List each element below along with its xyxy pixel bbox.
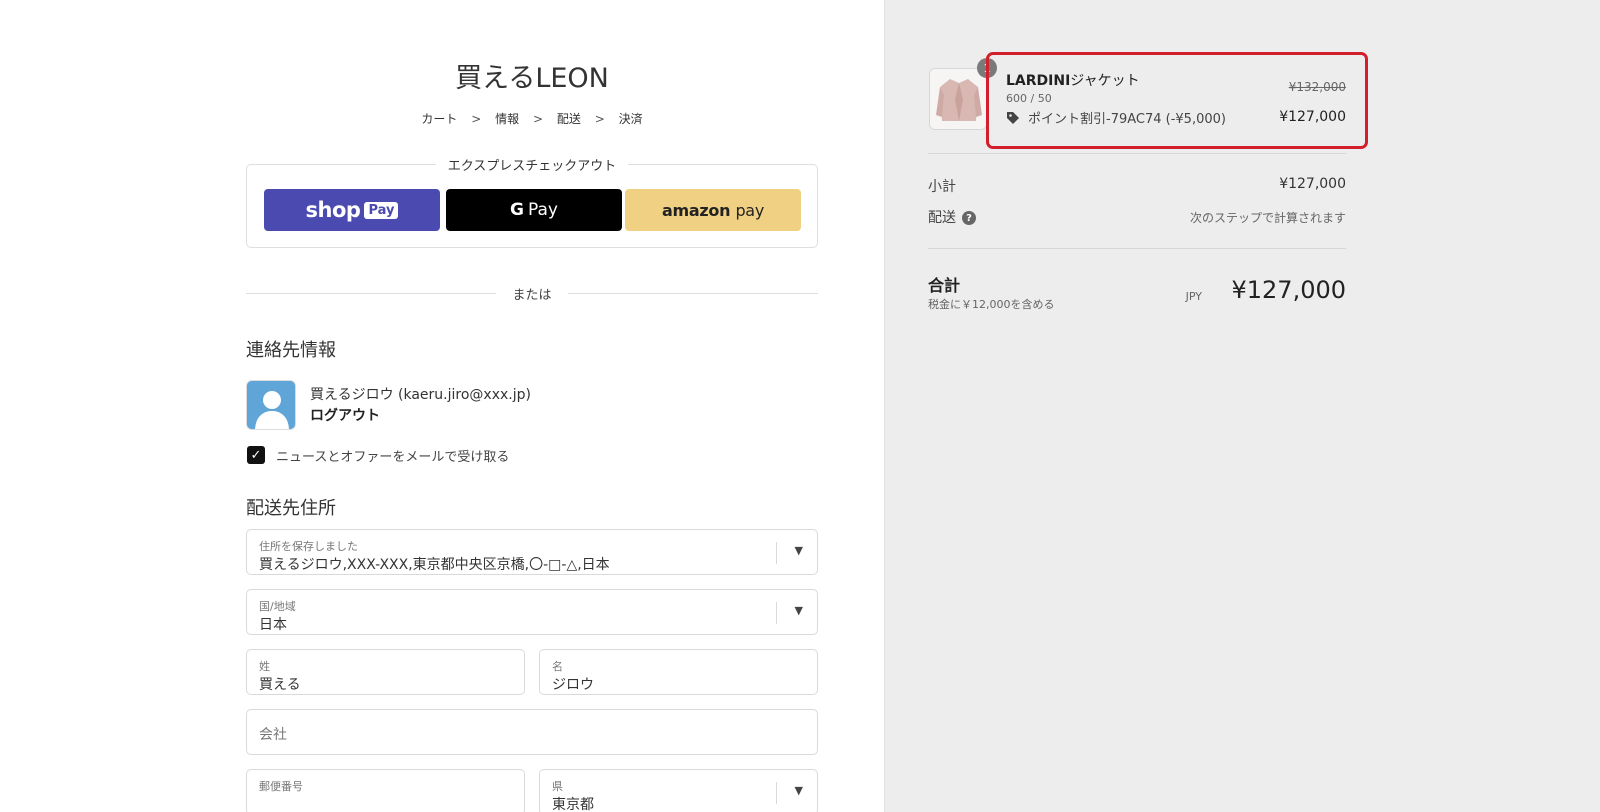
breadcrumb-info: 情報 (495, 112, 520, 126)
first-name-label: 名 (552, 660, 563, 673)
saved-address-select[interactable]: 住所を保存しました 買えるジロウ,XXX-XXX,東京都中央区京橋,〇-□-△,… (246, 529, 818, 575)
tax-note: 税金に￥12,000を含める (928, 298, 1055, 311)
google-pay-button[interactable]: G Pay (446, 189, 622, 231)
newsletter-checkbox[interactable]: ✓ (247, 446, 265, 464)
shipping-heading: 配送先住所 (246, 498, 336, 519)
prefecture-label: 県 (552, 780, 563, 793)
first-name-value: ジロウ (552, 677, 594, 693)
total-label: 合計 (928, 276, 961, 295)
avatar (246, 380, 296, 430)
chevron-down-icon: ▼ (794, 784, 803, 797)
shop-pay-button[interactable]: shop Pay (264, 189, 440, 231)
shop-pay-logo: shop (305, 198, 361, 222)
breadcrumb-shipping: 配送 (556, 112, 581, 126)
logout-link[interactable]: ログアウト (310, 405, 380, 425)
summary-divider (928, 153, 1346, 154)
country-select[interactable]: 国/地域 日本 ▼ (246, 589, 818, 635)
breadcrumb-payment: 決済 (618, 112, 643, 126)
saved-address-label: 住所を保存しました (259, 540, 358, 553)
company-placeholder: 会社 (259, 727, 287, 743)
google-pay-label: Pay (528, 200, 558, 220)
jacket-icon (930, 69, 986, 129)
postal-code-field[interactable]: 郵便番号 (246, 769, 525, 812)
last-name-value: 買える (259, 677, 301, 693)
subtotal-label: 小計 (928, 179, 956, 195)
chevron-down-icon: ▼ (794, 604, 803, 617)
subtotal-value: ¥127,000 (1279, 176, 1346, 192)
shipping-label: 配送 (928, 210, 956, 226)
product-thumbnail (929, 68, 987, 130)
store-title[interactable]: 買えるLEON (246, 56, 818, 95)
breadcrumb: カート > 情報 > 配送 > 決済 (246, 110, 818, 127)
last-name-field[interactable]: 姓 買える (246, 649, 525, 695)
summary-divider (928, 248, 1346, 249)
shipping-value: 次のステップで計算されます (1189, 211, 1346, 225)
prefecture-value: 東京都 (552, 797, 594, 812)
or-divider: または (246, 284, 818, 303)
checkout-main: 買えるLEON カート > 情報 > 配送 > 決済 エクスプレスチェックアウト… (0, 0, 884, 812)
amazon-logo: amazon (662, 200, 731, 220)
country-value: 日本 (259, 617, 287, 633)
contact-heading: 連絡先情報 (246, 340, 336, 361)
highlight-box (986, 52, 1368, 149)
postal-code-label: 郵便番号 (259, 780, 303, 793)
express-checkout-title: エクスプレスチェックアウト (435, 159, 629, 174)
amazon-pay-button[interactable]: amazon pay (625, 189, 801, 231)
google-g-icon: G (510, 200, 524, 220)
prefecture-select[interactable]: 県 東京都 ▼ (539, 769, 818, 812)
country-label: 国/地域 (259, 600, 296, 613)
currency-code: JPY (1185, 290, 1202, 303)
total-value: ¥127,000 (1231, 276, 1346, 304)
newsletter-label[interactable]: ニュースとオファーをメールで受け取る (276, 446, 509, 465)
breadcrumb-separator: > (532, 112, 544, 126)
express-checkout: エクスプレスチェックアウト shop Pay G Pay amazon pay (246, 159, 818, 248)
saved-address-value: 買えるジロウ,XXX-XXX,東京都中央区京橋,〇-□-△,日本 (259, 557, 610, 573)
amazon-pay-label: pay (735, 200, 764, 220)
user-icon (247, 381, 295, 429)
breadcrumb-separator: > (594, 112, 605, 126)
chevron-down-icon: ▼ (794, 544, 803, 557)
breadcrumb-separator: > (471, 112, 482, 126)
shop-pay-pill: Pay (364, 201, 399, 219)
first-name-field[interactable]: 名 ジロウ (539, 649, 818, 695)
company-field[interactable]: 会社 (246, 709, 818, 755)
last-name-label: 姓 (259, 660, 270, 673)
help-icon[interactable]: ? (962, 211, 976, 225)
user-identity: 買えるジロウ (kaeru.jiro@xxx.jp) (310, 387, 531, 403)
breadcrumb-cart[interactable]: カート (421, 112, 457, 126)
shipping-row: 配送? (928, 207, 976, 227)
